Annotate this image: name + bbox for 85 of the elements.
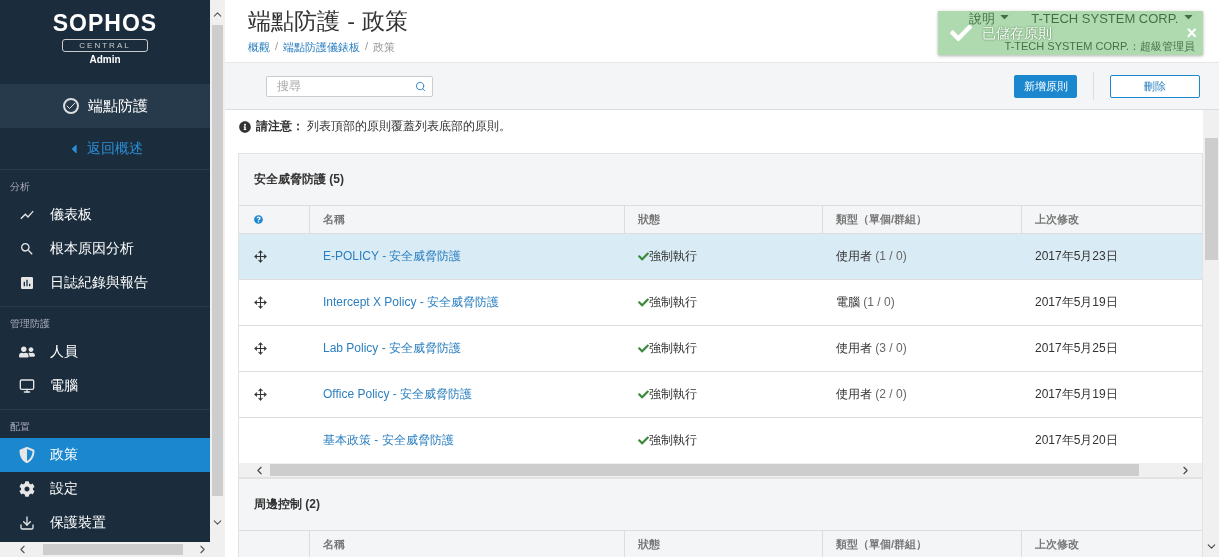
sidebar-item[interactable]: 儀表板 — [0, 198, 210, 232]
logo-text: SOPHOS — [52, 10, 158, 36]
table-row[interactable]: Lab Policy - 安全威脅防護 強制執行 使用者 (3 / 0) 2017年5月25日 — [239, 325, 1202, 371]
date-text: 2017年5月20日 — [1035, 432, 1118, 449]
column-header: 名稱 — [323, 537, 345, 552]
sidebar-item[interactable]: 人員 — [0, 335, 210, 369]
type-text: 使用者 (2 / 0) — [836, 386, 907, 403]
policy-link[interactable]: Lab Policy - 安全威脅防護 — [323, 340, 462, 357]
date-text: 2017年5月19日 — [1035, 294, 1118, 311]
breadcrumb-separator: / — [275, 40, 279, 54]
status-text: 強制執行 — [649, 432, 697, 449]
policy-link[interactable]: 基本政策 - 安全威脅防護 — [323, 432, 454, 449]
download-icon — [18, 515, 36, 531]
table-row[interactable]: Office Policy - 安全威脅防護 強制執行 使用者 (2 / 0) 2017年5月19日 — [239, 371, 1202, 417]
sidebar-item[interactable]: 電腦 — [0, 369, 210, 403]
magnifier-icon — [18, 241, 36, 257]
policy-link[interactable]: Office Policy - 安全威脅防護 — [323, 386, 473, 403]
check-icon — [638, 435, 649, 446]
table-row[interactable]: Intercept X Policy - 安全威脅防護 強制執行 電腦 (1 / 0) 2017年5月19日 — [239, 279, 1202, 325]
status-text: 強制執行 — [649, 248, 697, 265]
group-title: 安全威脅防護 (5) — [253, 171, 345, 188]
page-title: 端點防護 - 政策 — [248, 7, 409, 36]
section-title: 管理防護 — [9, 317, 51, 331]
account-menu[interactable]: T-TECH SYSTEM CORP. — [1031, 10, 1195, 26]
breadcrumb-separator: / — [365, 40, 369, 54]
policy-link[interactable]: Intercept X Policy - 安全威脅防護 — [323, 294, 500, 311]
column-header: 上次修改 — [1035, 212, 1079, 227]
date-text: 2017年5月19日 — [1035, 386, 1118, 403]
section-title: 配置 — [9, 420, 31, 434]
info-icon — [239, 120, 251, 133]
target-icon — [62, 98, 80, 114]
help-icon — [254, 215, 263, 224]
drag-handle-icon[interactable] — [254, 342, 267, 355]
drag-handle-icon[interactable] — [254, 388, 267, 401]
scrollbar[interactable] — [1203, 110, 1219, 557]
sidebar-item[interactable]: 根本原因分析 — [0, 232, 210, 266]
type-text: 使用者 (3 / 0) — [836, 340, 907, 357]
section-title: 分析 — [9, 180, 31, 194]
logo-subtitle: CENTRAL — [62, 39, 148, 52]
check-icon — [638, 297, 649, 308]
column-header: 狀態 — [638, 537, 660, 552]
delete-button[interactable]: 刪除 — [1110, 74, 1200, 98]
shield-icon — [18, 447, 36, 463]
people-icon — [18, 344, 36, 360]
date-text: 2017年5月25日 — [1035, 340, 1118, 357]
status-text: 強制執行 — [649, 340, 697, 357]
column-header: 名稱 — [323, 212, 345, 227]
column-header: 上次修改 — [1035, 537, 1079, 552]
check-icon — [638, 389, 649, 400]
account-role: T-TECH SYSTEM CORP.：超級管理員 — [1004, 40, 1195, 52]
column-header: 狀態 — [638, 212, 660, 227]
status-text: 強制執行 — [649, 386, 697, 403]
status-text: 強制執行 — [649, 294, 697, 311]
date-text: 2017年5月23日 — [1035, 248, 1118, 265]
type-text: 電腦 (1 / 0) — [836, 294, 895, 311]
column-header: 類型（單個/群組） — [836, 537, 928, 552]
check-icon — [638, 251, 649, 262]
sidebar-item[interactable]: 日誌紀錄與報告 — [0, 266, 210, 300]
check-icon — [638, 343, 649, 354]
column-header: 類型（單個/群組） — [836, 212, 928, 227]
scrollbar[interactable] — [239, 463, 1202, 477]
monitor-icon — [18, 378, 36, 394]
settings-icon — [18, 481, 36, 497]
note-text: 請注意： 列表頂部的原則覆蓋列表底部的原則。 — [256, 118, 512, 135]
add-button[interactable]: 新增原則 — [1014, 74, 1077, 98]
sidebar-item[interactable]: 保護裝置 — [0, 506, 210, 540]
search-icon — [415, 80, 426, 92]
drag-handle-icon[interactable] — [254, 250, 267, 263]
group-title: 周邊控制 (2) — [253, 496, 321, 513]
sidebar-item[interactable]: 設定 — [0, 472, 210, 506]
toast-message: 已儲存原則 — [982, 26, 1052, 40]
report-icon — [18, 275, 36, 291]
policy-link[interactable]: E-POLICY - 安全威脅防護 — [323, 248, 462, 265]
sidebar-item[interactable]: 政策 — [0, 438, 210, 472]
help-menu[interactable]: 說明 — [968, 10, 1012, 26]
drag-handle-icon[interactable] — [254, 296, 267, 309]
current-page-label: 政策 — [373, 40, 396, 55]
role-label: Admin — [89, 54, 121, 65]
breadcrumb-link[interactable]: 端點防護儀錶板 — [283, 40, 361, 55]
search-field[interactable]: 搜尋 — [266, 75, 433, 97]
module-title: 端點防護 — [88, 96, 148, 116]
type-text: 使用者 (1 / 0) — [836, 248, 907, 265]
table-row[interactable]: 基本政策 - 安全威脅防護 強制執行 2017年5月20日 — [239, 417, 1202, 463]
breadcrumb-link[interactable]: 概觀 — [248, 40, 270, 55]
table-row[interactable]: E-POLICY - 安全威脅防護 強制執行 使用者 (1 / 0) 2017年5月23日 — [239, 233, 1202, 279]
